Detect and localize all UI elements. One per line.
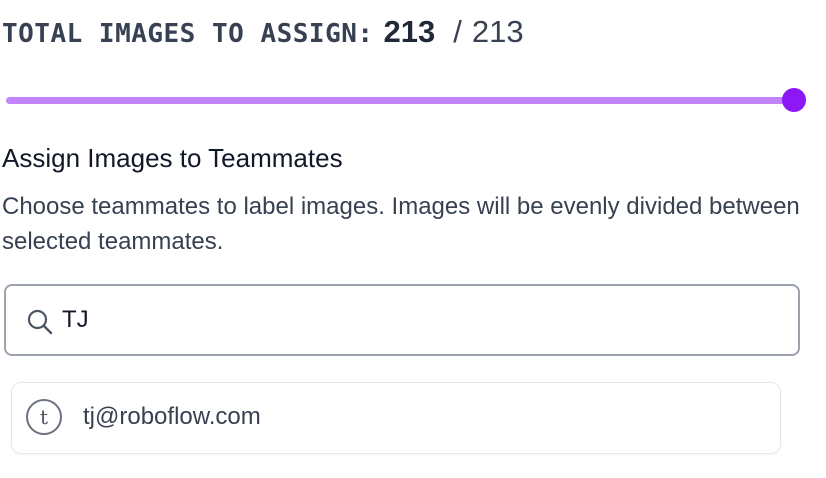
count-separator: / <box>453 14 462 49</box>
teammate-search-input[interactable] <box>62 286 782 354</box>
assigned-count: 213 <box>383 14 436 49</box>
image-count-slider[interactable] <box>6 88 806 112</box>
teammate-email: tj@roboflow.com <box>83 403 261 430</box>
total-count: 213 <box>471 14 524 49</box>
total-images-header: TOTAL IMAGES TO ASSIGN: 213 / 213 <box>2 14 524 50</box>
total-images-label: TOTAL IMAGES TO ASSIGN: <box>2 19 374 49</box>
slider-thumb[interactable] <box>782 88 806 112</box>
search-icon <box>26 308 54 336</box>
section-description: Choose teammates to label images. Images… <box>2 193 800 255</box>
teammate-result-item[interactable]: t tj@roboflow.com <box>11 382 781 454</box>
teammate-search-box[interactable] <box>4 284 800 356</box>
section-title: Assign Images to Teammates <box>2 143 343 173</box>
avatar-icon: t <box>26 399 62 435</box>
slider-fill <box>6 97 794 104</box>
